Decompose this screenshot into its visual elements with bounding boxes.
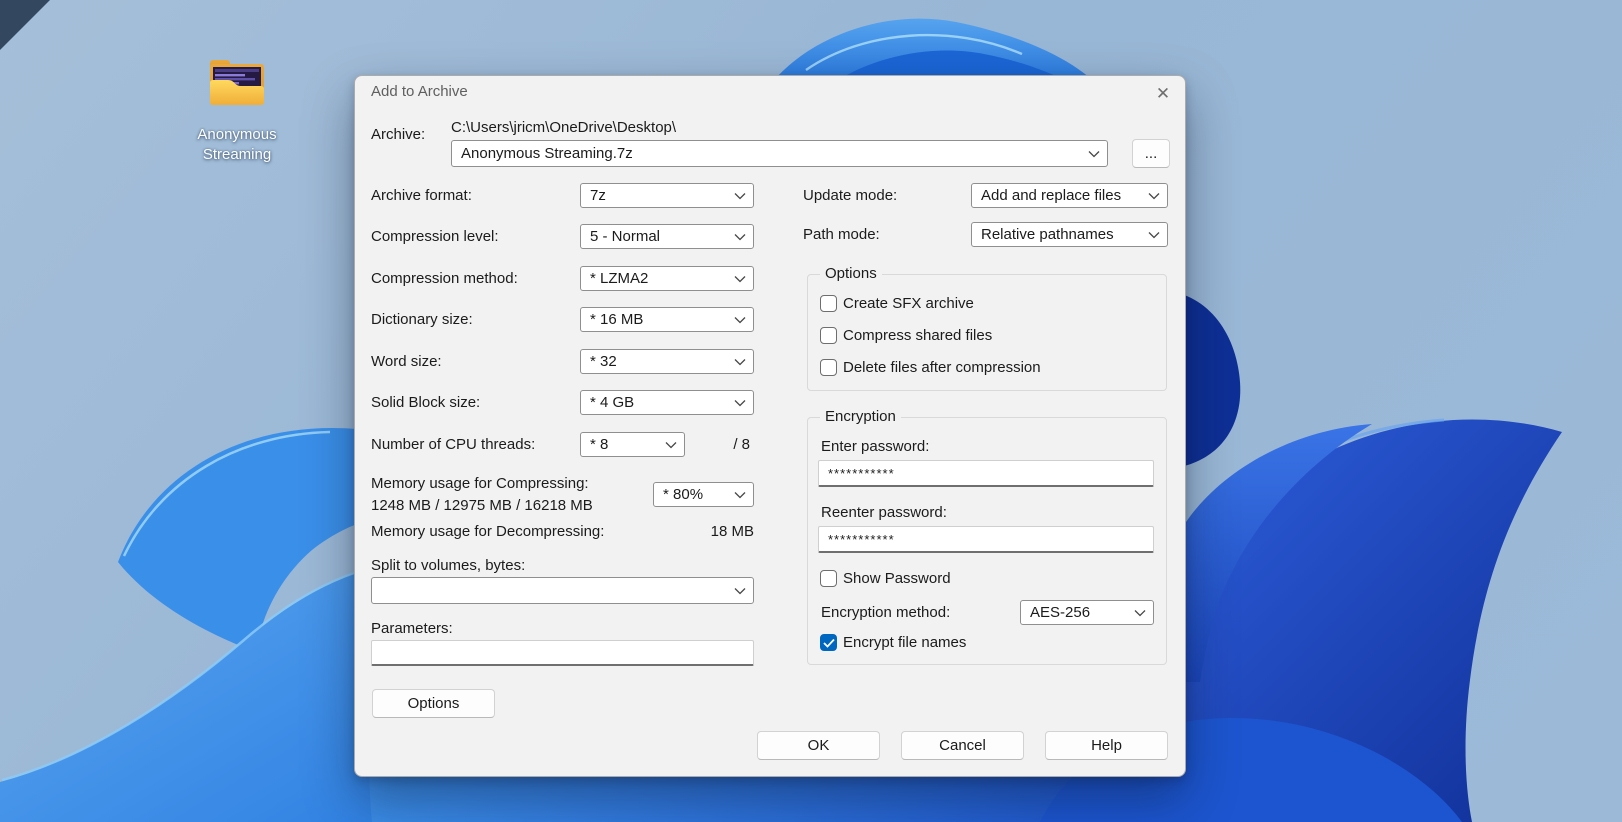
split-volumes-label: Split to volumes, bytes: [371,556,525,576]
reenter-password-label: Reenter password: [821,503,947,523]
parameters-input[interactable] [371,640,754,666]
chevron-down-icon [1148,192,1160,200]
update-mode-label: Update mode: [803,186,897,206]
archive-name-combobox[interactable]: Anonymous Streaming.7z [451,140,1108,167]
enter-password-label: Enter password: [821,437,929,457]
update-mode-combobox[interactable]: Add and replace files [971,183,1168,208]
parameters-label: Parameters: [371,619,453,639]
close-icon[interactable]: ✕ [1145,79,1181,109]
show-password-checkbox[interactable] [820,570,837,587]
chevron-down-icon [665,441,677,449]
chevron-down-icon [734,316,746,324]
chevron-down-icon [734,275,746,283]
create-sfx-label: Create SFX archive [843,295,974,313]
delete-after-checkbox[interactable] [820,359,837,376]
solid-block-size-combobox[interactable]: * 4 GB [580,390,754,415]
cancel-button[interactable]: Cancel [901,731,1024,760]
desktop-icon-label: Anonymous Streaming [172,125,302,165]
encrypt-file-names-label: Encrypt file names [843,634,966,652]
check-icon [823,638,835,648]
desktop-icon-anonymous-streaming[interactable]: Anonymous Streaming [172,56,302,165]
options-group-title: Options [820,265,882,282]
encrypt-file-names-checkbox[interactable] [820,634,837,651]
chevron-down-icon [734,399,746,407]
chevron-down-icon [1134,609,1146,617]
archive-format-label: Archive format: [371,186,472,206]
archive-label: Archive: [371,125,425,145]
chevron-down-icon [734,587,746,595]
memory-decompressing-value: 18 MB [654,522,754,542]
browse-button[interactable]: ... [1132,139,1170,168]
compression-level-label: Compression level: [371,227,499,247]
help-button[interactable]: Help [1045,731,1168,760]
chevron-down-icon [734,491,746,499]
memory-decompressing-label: Memory usage for Decompressing: [371,522,604,542]
reenter-password-input[interactable]: *********** [818,526,1154,553]
show-password-label: Show Password [843,570,951,588]
chevron-down-icon [734,192,746,200]
path-mode-combobox[interactable]: Relative pathnames [971,222,1168,247]
solid-block-size-label: Solid Block size: [371,393,480,413]
word-size-label: Word size: [371,352,442,372]
dictionary-size-combobox[interactable]: * 16 MB [580,307,754,332]
encryption-group-title: Encryption [820,408,901,425]
encryption-method-label: Encryption method: [821,603,950,623]
options-button[interactable]: Options [372,689,495,718]
compression-method-label: Compression method: [371,269,518,289]
archive-path: C:\Users\jricm\OneDrive\Desktop\ [451,118,676,138]
chevron-down-icon [734,358,746,366]
enter-password-input[interactable]: *********** [818,460,1154,487]
chevron-down-icon [1088,150,1100,158]
folder-icon [206,56,268,106]
desktop: Anonymous Streaming Add to Archive ✕ Arc… [0,0,1622,822]
delete-after-label: Delete files after compression [843,359,1041,377]
create-sfx-checkbox[interactable] [820,295,837,312]
dialog-title: Add to Archive [371,83,468,100]
add-to-archive-dialog: Add to Archive ✕ Archive: C:\Users\jricm… [354,75,1186,777]
dictionary-size-label: Dictionary size: [371,310,473,330]
chevron-down-icon [1148,231,1160,239]
path-mode-label: Path mode: [803,225,880,245]
cpu-threads-combobox[interactable]: * 8 [580,432,685,457]
chevron-down-icon [734,233,746,241]
compression-method-combobox[interactable]: * LZMA2 [580,266,754,291]
encryption-method-combobox[interactable]: AES-256 [1020,600,1154,625]
cpu-threads-label: Number of CPU threads: [371,435,535,455]
ok-button[interactable]: OK [757,731,880,760]
compression-level-combobox[interactable]: 5 - Normal [580,224,754,249]
memory-usage-combobox[interactable]: * 80% [653,482,754,507]
word-size-combobox[interactable]: * 32 [580,349,754,374]
cpu-threads-total: / 8 [706,435,750,455]
compress-shared-checkbox[interactable] [820,327,837,344]
compress-shared-label: Compress shared files [843,327,992,345]
archive-format-combobox[interactable]: 7z [580,183,754,208]
memory-compressing-detail: 1248 MB / 12975 MB / 16218 MB [371,496,593,516]
split-volumes-combobox[interactable] [371,577,754,604]
memory-compressing-label: Memory usage for Compressing: [371,474,589,494]
